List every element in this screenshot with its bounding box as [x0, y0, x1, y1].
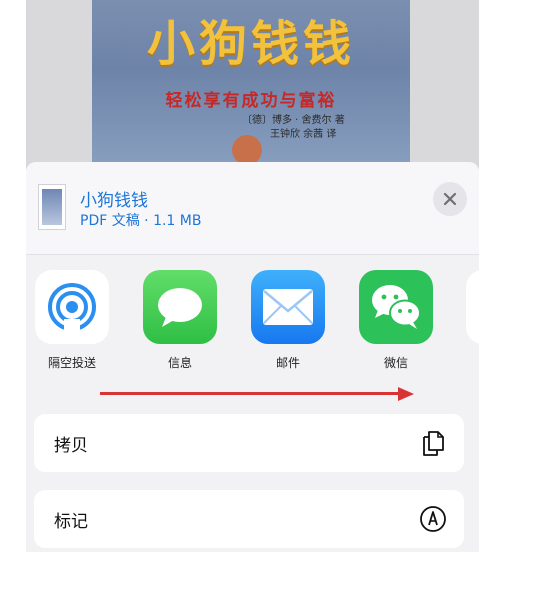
app-airdrop[interactable]: 隔空投送: [34, 270, 110, 371]
action-copy[interactable]: 拷贝: [34, 414, 464, 472]
more-app-icon: [466, 270, 479, 344]
book-subtitle: 轻松享有成功与富裕: [165, 91, 337, 111]
airdrop-icon: [35, 270, 109, 344]
action-markup[interactable]: 标记: [34, 490, 464, 548]
swipe-arrow-annotation: [100, 387, 415, 401]
app-wechat[interactable]: 微信: [358, 270, 434, 371]
action-label: 拷贝: [54, 436, 88, 456]
document-name: 小狗钱钱: [80, 191, 148, 211]
app-more-partial[interactable]: [466, 270, 479, 344]
app-label: 邮件: [275, 356, 300, 370]
close-button[interactable]: [433, 182, 467, 216]
app-messages[interactable]: 信息: [142, 270, 218, 371]
document-thumbnail: [38, 184, 66, 230]
app-row: 隔空投送 信息 邮件 微信: [26, 270, 479, 390]
book-illustration: [232, 135, 262, 165]
book-title: 小狗钱钱: [146, 16, 355, 72]
messages-icon: [143, 270, 217, 344]
share-sheet: 小狗钱钱 PDF 文稿 · 1.1 MB 隔空投送 信息 邮件 微信 拷贝 标记: [26, 162, 479, 552]
app-label: 微信: [383, 356, 408, 370]
copy-icon: [423, 431, 444, 456]
close-icon: [443, 192, 457, 206]
share-screen: 小狗钱钱 轻松享有成功与富裕 〔德〕博多 · 舍费尔 著 王钟欣 余茜 译 小狗…: [26, 0, 479, 552]
app-label: 信息: [167, 356, 192, 370]
book-cover: 小狗钱钱 轻松享有成功与富裕 〔德〕博多 · 舍费尔 著 王钟欣 余茜 译: [92, 0, 410, 170]
app-mail[interactable]: 邮件: [250, 270, 326, 371]
wechat-icon: [359, 270, 433, 344]
action-label: 标记: [54, 512, 88, 532]
markup-icon: [420, 506, 446, 532]
document-preview: 小狗钱钱 轻松享有成功与富裕 〔德〕博多 · 舍费尔 著 王钟欣 余茜 译: [26, 0, 479, 170]
app-label: 隔空投送: [47, 356, 96, 370]
mail-icon: [251, 270, 325, 344]
document-meta: PDF 文稿 · 1.1 MB: [80, 213, 202, 229]
share-sheet-header: 小狗钱钱 PDF 文稿 · 1.1 MB: [26, 162, 479, 255]
book-author-line1: 〔德〕博多 · 舍费尔 著: [242, 115, 345, 126]
book-author: 〔德〕博多 · 舍费尔 著 王钟欣 余茜 译: [242, 114, 345, 142]
